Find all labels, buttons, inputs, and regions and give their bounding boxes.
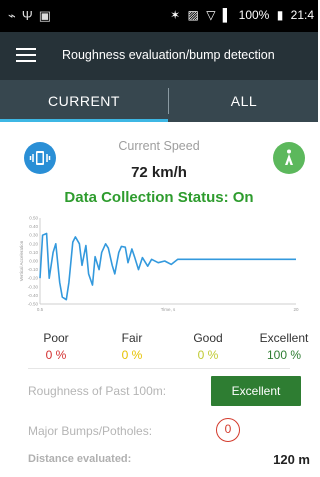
y-tick-label: -0.10 [28,267,39,272]
y-tick-label: 0.10 [29,250,38,255]
y-tick-label: 0.50 [29,216,38,221]
android-icon: ▣ [38,8,57,23]
y-tick-label: -0.50 [28,302,39,307]
y-tick-label: -0.40 [28,293,39,298]
y-tick-label: 0.30 [29,233,38,238]
battery-percent: 100% [238,8,270,22]
grade-fair-label: Fair [121,331,143,345]
y-tick-label: 0.00 [29,259,38,264]
speed-label: Current Speed [118,139,200,153]
grade-poor-label: Poor [43,331,69,345]
battery-icon: ▮ [276,8,284,22]
speed-value: 72 km/h [131,164,187,181]
grade-excellent-label: Excellent [259,331,309,345]
x-axis-label: Time, s [161,307,176,312]
tab-divider [168,88,169,114]
y-tick-label: 0.40 [29,224,38,229]
tab-all[interactable]: ALL [170,80,318,122]
roughness-label: Roughness of Past 100m: [28,384,167,398]
usb-icon: ⌁ [8,8,22,23]
hamburger-menu-icon[interactable] [16,48,36,64]
grade-good-label: Good [193,331,223,345]
distance-label: Distance evaluated: [28,453,132,465]
acceleration-chart: 0.50 0.40 0.30 0.20 0.10 0.00 -0.10 -0.20 -0.30 -… [19,216,299,313]
bluetooth-icon: ✶ [170,8,181,22]
x-tick-label: 0.5 [37,307,44,312]
grade-fair: Fair 0 % [102,331,162,362]
clock: 21:4 [290,8,314,22]
y-tick-label: -0.20 [28,276,39,281]
grade-fair-value: 0 % [121,348,143,362]
grade-excellent-value: 100 % [266,348,302,362]
y-tick-label: -0.30 [28,284,39,289]
status-bar: ⌁Ψ▣ ✶ ▨ ▽ ▌ 100% ▮ 21:4 [0,0,318,32]
antenna-icon: Ψ [21,8,39,23]
x-tick-label: 20 [293,307,299,312]
signal-icon: ▌ [222,8,232,22]
grade-good-value: 0 % [197,348,219,362]
y-axis-label: Vertical Acceleration [19,240,24,281]
grade-excellent: Excellent 100 % [254,331,314,362]
status-icons-left: ⌁Ψ▣ [8,8,57,24]
tab-bar: CURRENT ALL [0,80,318,122]
roughness-rating-badge: Excellent [211,376,301,406]
collection-status: Data Collection Status: On [64,189,254,206]
status-icons-right: ✶ ▨ ▽ ▌ 100% ▮ 21:4 [166,8,314,22]
bumps-label: Major Bumps/Potholes: [28,424,153,438]
grade-poor: Poor 0 % [26,331,86,362]
bumps-count: 0 [216,418,240,442]
grade-good: Good 0 % [178,331,238,362]
wifi-icon: ▽ [206,8,216,22]
distance-value: 120 m [273,452,310,467]
gallery-icon: ▨ [187,8,199,22]
chart-series-line [39,232,296,301]
y-axis-ticks: 0.50 0.40 0.30 0.20 0.10 0.00 -0.10 -0.20 -0.30 -… [28,216,39,307]
app-title: Roughness evaluation/bump detection [62,48,275,62]
y-tick-label: 0.20 [29,241,38,246]
tab-current[interactable]: CURRENT [0,80,168,122]
app-bar: Roughness evaluation/bump detection [0,32,318,80]
divider [28,368,290,369]
grade-poor-value: 0 % [45,348,67,362]
